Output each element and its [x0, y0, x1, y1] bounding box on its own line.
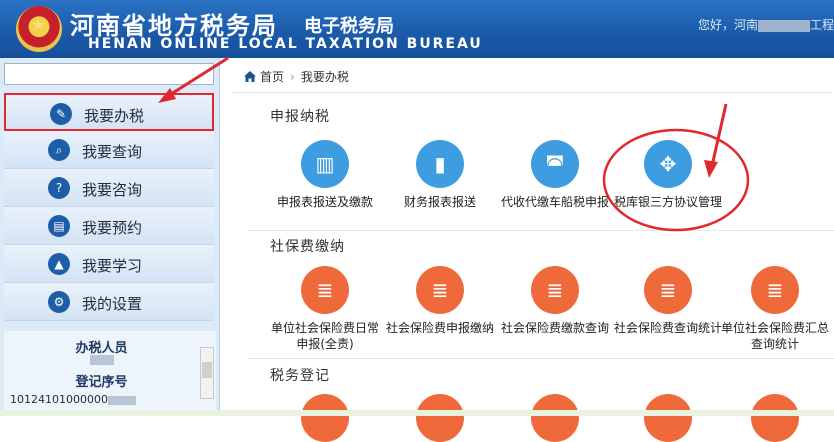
search-icon: ⌕: [48, 139, 70, 161]
registration-number-label: 登记序号: [75, 375, 128, 390]
sidebar-item-label: 我要预约: [82, 219, 143, 237]
sidebar: ✎ 我要办税 ⌕ 我要查询 ? 我要咨询 ▤ 我要预约 ▲ 我要学习 ⚙ 我的设…: [0, 58, 220, 416]
tile-financial-statements[interactable]: ▮ 财务报表报送: [385, 140, 495, 210]
sidebar-item-tax-handling[interactable]: ✎ 我要办税: [4, 93, 214, 131]
sidebar-item-learning[interactable]: ▲ 我要学习: [4, 245, 214, 283]
sidebar-item-query[interactable]: ⌕ 我要查询: [4, 131, 214, 169]
tile-declaration-submit-pay[interactable]: ▥ 申报表报送及缴款: [270, 140, 380, 210]
bottom-strip: [0, 410, 834, 416]
section-divider: [248, 230, 834, 231]
tile-registration-partial[interactable]: [270, 394, 380, 442]
tile-social-insurance-daily[interactable]: ≣ 单位社会保险费日常申报(全责): [270, 266, 380, 352]
tile-social-insurance-summary[interactable]: ≣ 单位社会保险费汇总查询统计: [720, 266, 830, 352]
sidebar-item-settings[interactable]: ⚙ 我的设置: [4, 283, 214, 321]
section-title-social-insurance: 社保费缴纳: [270, 239, 345, 255]
redacted-username: [757, 19, 810, 32]
database-icon: ≣: [546, 278, 564, 302]
section-title-tax-registration: 税务登记: [270, 368, 330, 384]
main-content: 首页 › 我要办税 申报纳税 ▥ 申报表报送及缴款 ▮ 财务报表报送 ◚ 代收代缴车…: [220, 58, 834, 442]
sidebar-item-label: 我要办税: [84, 107, 145, 125]
tax-emblem-logo: [16, 6, 62, 52]
sidebar-item-label: 我要咨询: [82, 181, 143, 199]
sidebar-item-label: 我要学习: [82, 257, 143, 275]
section-title-tax-declaration: 申报纳税: [270, 109, 330, 125]
user-info-panel: 办税人员 登记序号 10124101000000: [4, 331, 216, 411]
sidebar-menu: ✎ 我要办税 ⌕ 我要查询 ? 我要咨询 ▤ 我要预约 ▲ 我要学习 ⚙ 我的设…: [4, 93, 214, 321]
sidebar-item-appointment[interactable]: ▤ 我要预约: [4, 207, 214, 245]
database-icon: ≣: [766, 278, 784, 302]
tile-vehicle-tax[interactable]: ◚ 代收代缴车船税申报: [500, 140, 610, 210]
redacted-number-part: [107, 395, 136, 405]
tile-registration-partial[interactable]: [720, 394, 830, 442]
sidebar-item-consult[interactable]: ? 我要咨询: [4, 169, 214, 207]
question-icon: ?: [48, 177, 70, 199]
breadcrumb-current: 我要办税: [300, 70, 349, 84]
breadcrumb-home-link[interactable]: 首页: [260, 70, 284, 84]
database-icon: ≣: [316, 278, 334, 302]
user-greeting: 您好，河南 工程: [697, 18, 834, 32]
tile-label: 单位社会保险费日常申报(全责): [270, 321, 379, 351]
tile-label: 社会保险费查询统计: [613, 321, 722, 335]
registration-number-value: 10124101000000: [10, 393, 136, 406]
tax-person-label: 办税人员: [75, 341, 128, 356]
breadcrumb-separator: ›: [290, 70, 295, 84]
sidebar-item-label: 我要查询: [82, 143, 143, 161]
database-icon: ≣: [659, 278, 677, 302]
info-scrollbar[interactable]: [200, 347, 214, 399]
graduation-cap-icon: ▲: [48, 253, 70, 275]
breadcrumb: 首页 › 我要办税: [244, 68, 349, 85]
tile-label: 社会保险费缴款查询: [500, 321, 609, 335]
edit-icon: ✎: [50, 103, 72, 125]
sidebar-search-input[interactable]: [4, 63, 214, 85]
tile-label: 代收代缴车船税申报: [500, 195, 609, 209]
header-bar: 河南省地方税务局 电子税务局 HENAN ONLINE LOCAL TAXATI…: [0, 0, 834, 58]
bar-chart-icon: ▮: [434, 152, 446, 176]
site-title-english: HENAN ONLINE LOCAL TAXATION BUREAU: [88, 36, 483, 52]
calendar-icon: ▤: [48, 215, 70, 237]
home-icon[interactable]: [244, 71, 256, 82]
database-icon: ≣: [431, 278, 449, 302]
tile-social-insurance-pay[interactable]: ≣ 社会保险费申报缴纳: [385, 266, 495, 336]
car-icon: ◚: [545, 152, 565, 176]
tile-social-insurance-stats[interactable]: ≣ 社会保险费查询统计: [613, 266, 723, 336]
tile-tripartite-agreement[interactable]: ✥ 税库银三方协议管理: [613, 140, 723, 210]
tile-registration-partial[interactable]: [500, 394, 610, 442]
book-icon: ▥: [315, 152, 335, 176]
tile-registration-partial[interactable]: [613, 394, 723, 442]
tile-label: 社会保险费申报缴纳: [385, 321, 494, 335]
site-subtitle: 电子税务局: [304, 16, 394, 37]
tile-social-insurance-payment-query[interactable]: ≣ 社会保险费缴款查询: [500, 266, 610, 336]
section-divider: [248, 358, 834, 359]
tile-registration-partial[interactable]: [385, 394, 495, 442]
tile-label: 申报表报送及缴款: [276, 195, 373, 209]
move-arrows-icon: ✥: [659, 152, 677, 176]
breadcrumb-divider: [232, 92, 832, 93]
tile-label: 财务报表报送: [403, 195, 476, 209]
gear-icon: ⚙: [48, 291, 70, 313]
sidebar-item-label: 我的设置: [82, 295, 143, 313]
tile-label: 税库银三方协议管理: [613, 195, 722, 209]
scrollbar-thumb[interactable]: [202, 362, 212, 378]
redacted-person-name: [90, 355, 114, 365]
tile-label: 单位社会保险费汇总查询统计: [720, 321, 829, 351]
